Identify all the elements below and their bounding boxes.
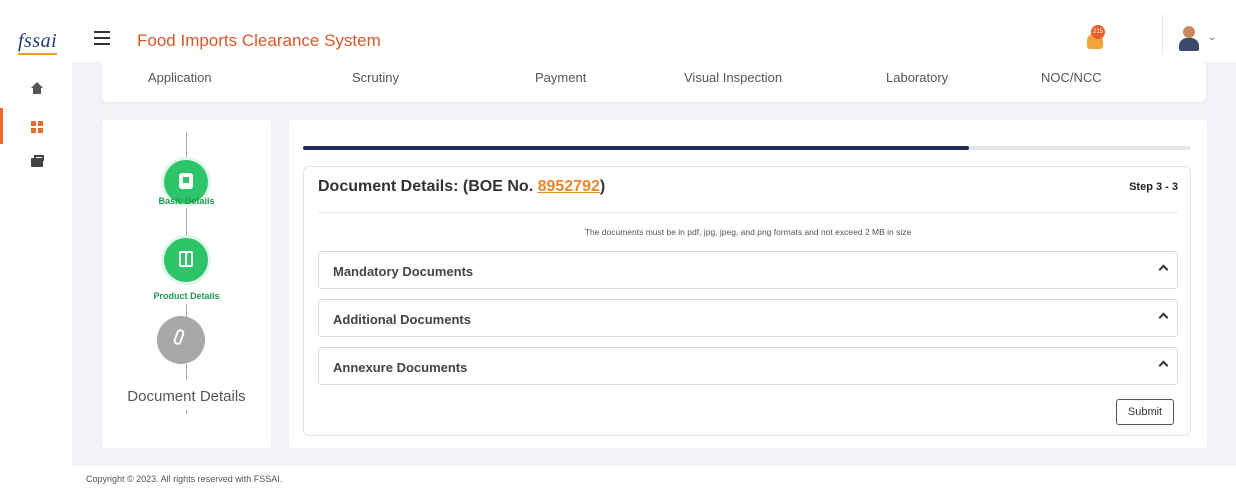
- stepper-card: Basic Details Product Details Document D…: [102, 120, 271, 448]
- dashboard-grid-icon[interactable]: [30, 120, 44, 134]
- stepper-line: [186, 208, 187, 238]
- bell-icon[interactable]: 215: [1085, 25, 1109, 51]
- format-note: The documents must be in pdf, jpg, jpeg,…: [584, 227, 912, 237]
- stepper-line: [186, 410, 187, 414]
- menu-icon[interactable]: [94, 31, 110, 45]
- fssai-logo[interactable]: fssai: [18, 30, 58, 55]
- tab-laboratory[interactable]: Laboratory: [886, 70, 948, 85]
- accordion-mandatory-documents[interactable]: Mandatory Documents: [318, 251, 1178, 289]
- divider: [318, 212, 1178, 213]
- chevron-up-icon[interactable]: [1158, 264, 1169, 275]
- step-label-basic: Basic Details: [158, 196, 215, 206]
- tab-scrutiny[interactable]: Scrutiny: [352, 70, 399, 85]
- tab-noc-ncc[interactable]: NOC/NCC: [1041, 70, 1102, 85]
- progress-bar: [303, 146, 1191, 150]
- copyright-text: Copyright © 2023. All rights reserved wi…: [86, 474, 283, 484]
- submit-button[interactable]: Submit: [1116, 399, 1174, 425]
- user-avatar[interactable]: [1177, 26, 1201, 52]
- chevron-down-icon[interactable]: ⌄: [1208, 32, 1216, 43]
- step-product-details[interactable]: [164, 238, 208, 282]
- section-title: Document Details: (BOE No. 8952792): [318, 178, 606, 195]
- active-indicator: [0, 108, 3, 144]
- home-icon[interactable]: [30, 82, 44, 96]
- accordion-additional-documents[interactable]: Additional Documents: [318, 299, 1178, 337]
- tab-visual-inspection[interactable]: Visual Inspection: [684, 70, 782, 85]
- document-icon: [179, 173, 193, 189]
- chevron-up-icon[interactable]: [1158, 360, 1169, 371]
- accordion-label: Mandatory Documents: [333, 264, 474, 279]
- notification-badge: 215: [1091, 25, 1105, 39]
- header-divider: [1162, 14, 1163, 54]
- stepper-line: [186, 364, 187, 380]
- boe-number-link[interactable]: 8952792: [538, 178, 600, 195]
- top-header: fssai Food Imports Clearance System 215 …: [0, 0, 1236, 68]
- paperclip-icon: [172, 328, 186, 346]
- step-indicator: Step 3 - 3: [1129, 181, 1178, 193]
- app-title: Food Imports Clearance System: [137, 31, 381, 50]
- accordion-annexure-documents[interactable]: Annexure Documents: [318, 347, 1178, 385]
- step-label-document: Document Details: [127, 388, 246, 405]
- step-label-product: Product Details: [153, 291, 220, 301]
- stepper-line: [186, 132, 187, 162]
- progress-fill: [303, 146, 969, 150]
- box-icon: [179, 251, 193, 267]
- tab-application[interactable]: Application: [148, 70, 212, 85]
- stage-tabs: Application Scrutiny Payment Visual Insp…: [102, 62, 1206, 102]
- document-card: Document Details: (BOE No. 8952792) Step…: [289, 120, 1207, 448]
- chevron-up-icon[interactable]: [1158, 312, 1169, 323]
- accordion-label: Additional Documents: [333, 312, 471, 327]
- briefcase-icon[interactable]: [30, 154, 44, 168]
- document-details-panel: Document Details: (BOE No. 8952792) Step…: [303, 166, 1191, 436]
- step-document-details[interactable]: [157, 316, 205, 364]
- accordion-label: Annexure Documents: [333, 360, 468, 375]
- tab-payment[interactable]: Payment: [535, 70, 586, 85]
- sidebar: [0, 68, 70, 493]
